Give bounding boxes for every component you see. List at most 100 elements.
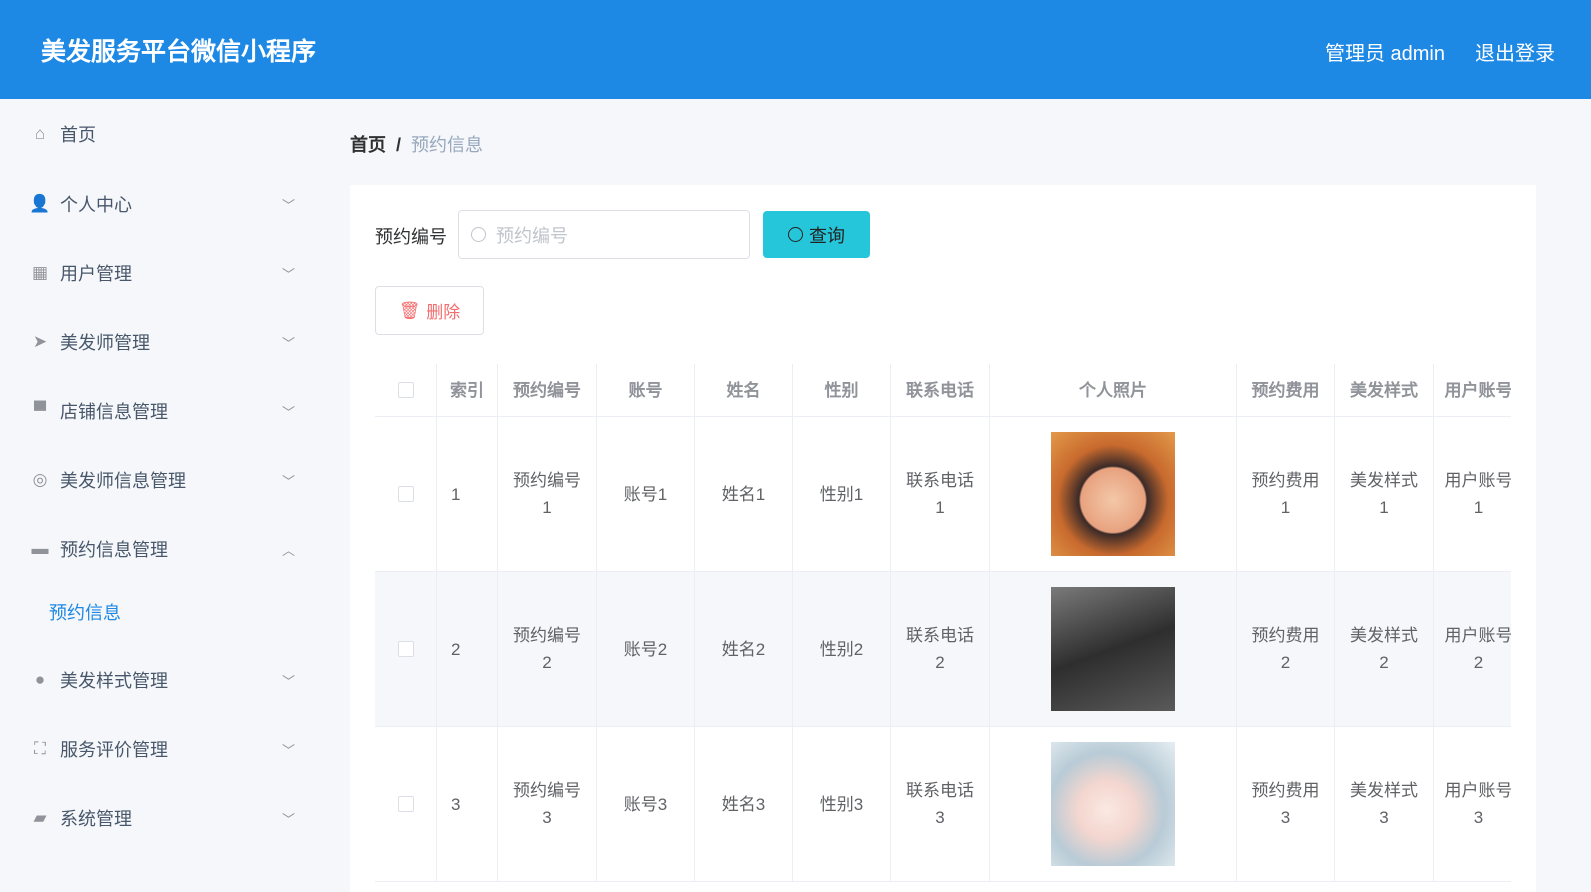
table-cell: 2	[437, 572, 498, 726]
row-checkbox[interactable]	[397, 796, 414, 812]
row-checkbox-cell	[375, 417, 437, 571]
column-header[interactable]: 性别	[793, 364, 891, 416]
content-panel: 预约编号 预约编号 查询 🗑 删除 索引 预约编号 账号 姓名 性别 联系电话 个人照片 预约费…	[350, 185, 1536, 892]
sidebar-subitem-appointment-info[interactable]: 预约信息	[49, 599, 121, 625]
row-checkbox[interactable]	[397, 641, 414, 657]
delete-label: 删除	[426, 303, 461, 322]
monitor-icon: ▬	[31, 539, 49, 558]
table-cell: 预约编号 3	[498, 727, 597, 881]
chevron-down-icon: ﹀	[282, 811, 296, 827]
photo-cell	[990, 727, 1237, 881]
shop-icon: ▀	[33, 401, 47, 420]
fullscreen-icon: ⛶	[34, 739, 46, 758]
chevron-down-icon: ﹀	[282, 266, 296, 282]
lifebuoy-icon: ◎	[32, 470, 48, 489]
query-button[interactable]: 查询	[763, 211, 870, 258]
home-icon: ⌂	[34, 124, 46, 143]
sidebar-item-label: 系统管理	[60, 809, 132, 829]
sidebar: 预约信息 ⌂ 首页 👤 个人中心 ﹀ ▦ 用户管理 ﹀ ➤ 美发师管理 ﹀ ▀ 店铺信息管理 ﹀ ◎ 美发师信…	[0, 99, 330, 892]
table-row: 3 预约编号 3 账号3 姓名3 性别3 联系电话 3 预约费用 3 美发样式 3 用户账号 3	[375, 727, 1511, 882]
sidebar-item-4[interactable]: ▀ 店铺信息管理 ﹀	[0, 391, 330, 431]
table-cell: 联系电话 1	[891, 417, 990, 571]
table-cell: 1	[437, 417, 498, 571]
user-icon: 👤	[29, 194, 51, 213]
column-header[interactable]: 姓名	[695, 364, 793, 416]
breadcrumb-separator: /	[396, 135, 402, 155]
sidebar-item-8[interactable]: ⛶ 服务评价管理 ﹀	[0, 729, 330, 769]
breadcrumb: 首页 / 预约信息	[350, 131, 483, 157]
sidebar-item-6[interactable]: ▬ 预约信息管理 ︿	[0, 529, 330, 569]
column-header[interactable]: 用户账号	[1434, 364, 1512, 416]
table-cell: 美发样式 1	[1335, 417, 1434, 571]
sidebar-item-label: 首页	[60, 125, 96, 145]
chevron-up-icon: ︿	[282, 542, 296, 558]
table-cell: 账号1	[597, 417, 695, 571]
table-header: 索引 预约编号 账号 姓名 性别 联系电话 个人照片 预约费用 美发样式 用户账号	[375, 364, 1511, 417]
table-cell: 预约费用 1	[1237, 417, 1335, 571]
table-cell: 预约费用 3	[1237, 727, 1335, 881]
table-cell: 预约费用 2	[1237, 572, 1335, 726]
sidebar-item-3[interactable]: ➤ 美发师管理 ﹀	[0, 322, 330, 362]
search-icon	[471, 227, 486, 242]
chevron-down-icon: ﹀	[282, 335, 296, 351]
sidebar-item-label: 美发师信息管理	[60, 471, 186, 491]
table-cell: 账号3	[597, 727, 695, 881]
column-header[interactable]: 个人照片	[990, 364, 1237, 416]
table-cell: 姓名1	[695, 417, 793, 571]
search-input[interactable]: 预约编号	[458, 210, 750, 259]
table-cell: 用户账号 1	[1434, 417, 1512, 571]
column-header[interactable]: 预约编号	[498, 364, 597, 416]
row-checkbox[interactable]	[397, 486, 414, 502]
bulb-icon: ●	[34, 670, 46, 689]
search-placeholder: 预约编号	[496, 225, 568, 246]
breadcrumb-current: 预约信息	[411, 135, 484, 155]
sidebar-item-0[interactable]: ⌂ 首页	[0, 114, 330, 154]
table-cell: 账号2	[597, 572, 695, 726]
sidebar-item-label: 个人中心	[60, 195, 132, 215]
column-header[interactable]: 索引	[437, 364, 498, 416]
breadcrumb-home[interactable]: 首页	[350, 135, 386, 155]
photo-cell	[990, 417, 1237, 571]
column-header[interactable]: 账号	[597, 364, 695, 416]
column-header[interactable]: 预约费用	[1237, 364, 1335, 416]
sidebar-item-2[interactable]: ▦ 用户管理 ﹀	[0, 253, 330, 293]
table-row: 2 预约编号 2 账号2 姓名2 性别2 联系电话 2 预约费用 2 美发样式 2 用户账号 2	[375, 572, 1511, 727]
sidebar-item-5[interactable]: ◎ 美发师信息管理 ﹀	[0, 460, 330, 500]
profile-photo	[1051, 742, 1175, 866]
grid-icon: ▦	[31, 263, 49, 282]
current-user: 管理员 admin	[1324, 43, 1445, 65]
table-cell: 姓名2	[695, 572, 793, 726]
logout-link[interactable]: 退出登录	[1475, 37, 1555, 66]
sidebar-item-label: 服务评价管理	[60, 740, 168, 760]
delete-button[interactable]: 🗑 删除	[375, 286, 484, 335]
chevron-down-icon: ﹀	[282, 197, 296, 213]
table-cell: 美发样式 2	[1335, 572, 1434, 726]
profile-photo	[1051, 587, 1175, 711]
table-cell: 性别3	[793, 727, 891, 881]
row-checkbox-cell	[375, 727, 437, 881]
row-checkbox-cell	[375, 572, 437, 726]
select-all-checkbox-cell	[375, 364, 437, 416]
column-header[interactable]: 联系电话	[891, 364, 990, 416]
table-cell: 3	[437, 727, 498, 881]
table-cell: 预约编号 2	[498, 572, 597, 726]
column-header[interactable]: 美发样式	[1335, 364, 1434, 416]
sidebar-item-label: 美发样式管理	[60, 671, 168, 691]
sidebar-item-1[interactable]: 👤 个人中心 ﹀	[0, 184, 330, 224]
table-cell: 性别2	[793, 572, 891, 726]
profile-photo	[1051, 432, 1175, 556]
select-all-checkbox[interactable]	[397, 382, 414, 398]
table-cell: 用户账号 2	[1434, 572, 1512, 726]
table-row: 1 预约编号 1 账号1 姓名1 性别1 联系电话 1 预约费用 1 美发样式 1 用户账号 1	[375, 417, 1511, 572]
wallet-icon: ▰	[33, 808, 47, 827]
sidebar-item-9[interactable]: ▰ 系统管理 ﹀	[0, 798, 330, 838]
send-icon: ➤	[32, 332, 48, 351]
sidebar-item-label: 预约信息管理	[60, 540, 168, 560]
table-cell: 美发样式 3	[1335, 727, 1434, 881]
search-label: 预约编号	[375, 227, 447, 247]
sidebar-item-label: 店铺信息管理	[60, 402, 168, 422]
table-cell: 姓名3	[695, 727, 793, 881]
sidebar-item-7[interactable]: ● 美发样式管理 ﹀	[0, 660, 330, 700]
search-icon	[788, 227, 803, 242]
sidebar-item-label: 美发师管理	[60, 333, 150, 353]
